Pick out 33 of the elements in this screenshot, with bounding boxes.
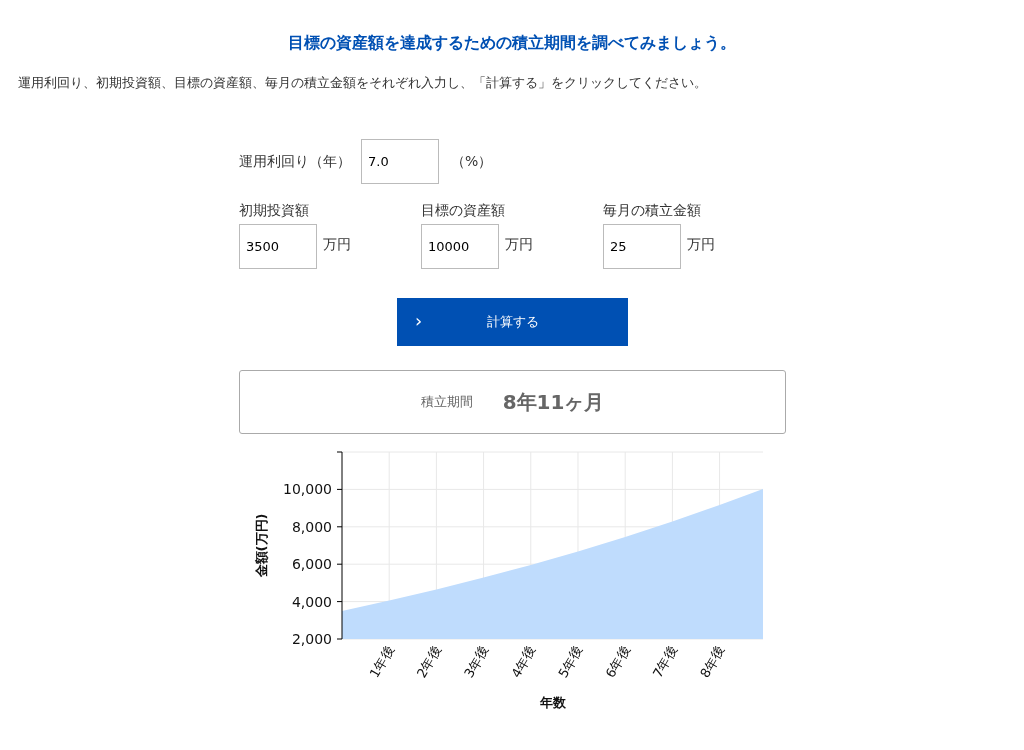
x-tick-label: 7年後 <box>649 643 680 681</box>
rate-input[interactable]: 7.0 <box>361 139 439 184</box>
y-tick-label: 8,000 <box>291 518 332 535</box>
y-tick-label: 10,000 <box>283 481 332 498</box>
x-tick-label: 2年後 <box>413 643 444 681</box>
amount-input[interactable]: 10000 <box>421 224 499 269</box>
x-tick-label: 8年後 <box>697 643 728 681</box>
chevron-icon: › <box>415 310 423 331</box>
calculate-button[interactable]: › 計算する <box>397 298 628 346</box>
instructions-text: 運用利回り、初期投資額、目標の資産額、毎月の積立金額をそれぞれ入力し、「計算する」をクリックしてください。 <box>18 74 708 92</box>
page-heading: 目標の資産額を達成するための積立期間を調べてみましょう。 <box>287 33 737 54</box>
x-tick-label: 1年後 <box>366 643 397 681</box>
y-tick-label: 2,000 <box>291 631 332 647</box>
unit-label: 万円 <box>687 236 715 254</box>
unit-label: （%） <box>451 152 493 171</box>
field-label: 毎月の積立金額 <box>603 202 702 220</box>
unit-label: 万円 <box>505 236 533 254</box>
field-label: 初期投資額 <box>239 202 310 220</box>
x-axis-title: 年数 <box>539 695 566 710</box>
unit-label: 万円 <box>323 236 351 254</box>
x-tick-label: 5年後 <box>555 643 586 681</box>
result-label: 積立期間 <box>420 393 473 411</box>
y-tick-label: 4,000 <box>291 593 332 610</box>
x-tick-label: 3年後 <box>461 643 492 681</box>
amount-input[interactable]: 25 <box>603 224 681 269</box>
rate-label: 運用利回り（年） <box>239 152 351 171</box>
x-tick-label: 6年後 <box>602 643 633 681</box>
y-axis-title: 金額(万円) <box>254 513 269 578</box>
result-value: 8年11ヶ月 <box>502 388 605 416</box>
x-tick-label: 4年後 <box>508 643 539 681</box>
amount-input[interactable]: 3500 <box>239 224 317 269</box>
field-label: 目標の資産額 <box>421 202 506 220</box>
y-tick-label: 6,000 <box>291 556 332 573</box>
